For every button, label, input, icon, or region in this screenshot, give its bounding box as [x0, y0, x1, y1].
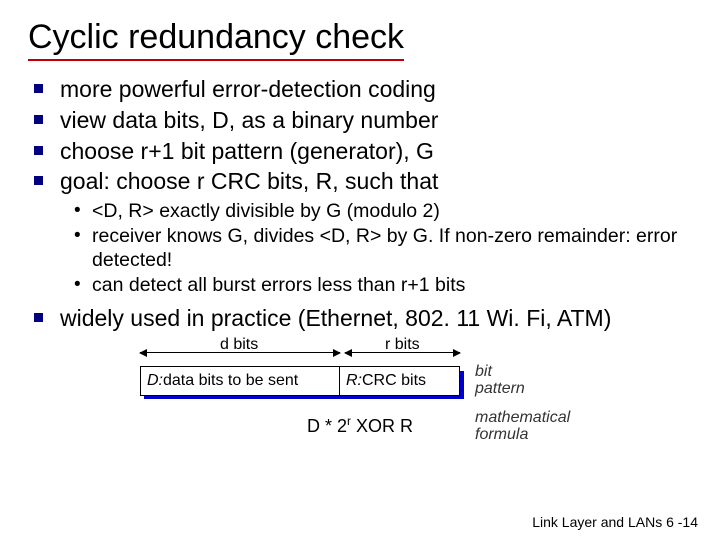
bullet-item: choose r+1 bit pattern (generator), G: [34, 137, 692, 166]
side-text: mathematical: [475, 409, 570, 426]
bullet-list: more powerful error-detection coding vie…: [34, 75, 692, 196]
box-row: D: data bits to be sent R: CRC bits bit …: [140, 366, 580, 396]
box2-text: CRC bits: [362, 372, 426, 390]
box1-prefix: D:: [147, 372, 163, 390]
slide-title: Cyclic redundancy check: [28, 18, 404, 61]
sub-bullet-item: can detect all burst errors less than r+…: [74, 274, 692, 297]
crc-diagram: d bits r bits D: data bits to be sent R:…: [140, 342, 580, 482]
bullet-item: goal: choose r CRC bits, R, such that: [34, 167, 692, 196]
dimension-row: d bits r bits: [140, 342, 580, 366]
side-label-bit-pattern: bit pattern: [475, 364, 525, 398]
label-d-bits: d bits: [220, 336, 258, 354]
label-r-bits: r bits: [385, 336, 420, 354]
side-text: pattern: [475, 380, 525, 397]
sub-bullet-item: <D, R> exactly divisible by G (modulo 2): [74, 200, 692, 223]
bullet-item: view data bits, D, as a binary number: [34, 106, 692, 135]
formula-xor: XOR R: [351, 416, 413, 436]
formula-D: D: [307, 416, 320, 436]
box-crc-bits: R: CRC bits: [340, 366, 460, 396]
bullet-list-2: widely used in practice (Ethernet, 802. …: [34, 304, 692, 333]
formula-row: D * 2r XOR R mathematical formula: [140, 414, 580, 437]
box2-prefix: R:: [346, 372, 362, 390]
slide: Cyclic redundancy check more powerful er…: [0, 0, 720, 540]
side-label-formula: mathematical formula: [475, 410, 570, 444]
bullet-item: more powerful error-detection coding: [34, 75, 692, 104]
side-text: formula: [475, 426, 528, 443]
bullet-item: widely used in practice (Ethernet, 802. …: [34, 304, 692, 333]
side-text: bit: [475, 363, 492, 380]
formula-times: * 2: [320, 416, 347, 436]
formula-text: D * 2r XOR R: [307, 416, 413, 436]
sub-bullet-item: receiver knows G, divides <D, R> by G. I…: [74, 225, 692, 272]
box-data-bits: D: data bits to be sent: [140, 366, 340, 396]
sub-bullet-list: <D, R> exactly divisible by G (modulo 2)…: [74, 200, 692, 298]
slide-footer: Link Layer and LANs 6 -14: [532, 514, 698, 530]
box1-text: data bits to be sent: [163, 372, 298, 390]
